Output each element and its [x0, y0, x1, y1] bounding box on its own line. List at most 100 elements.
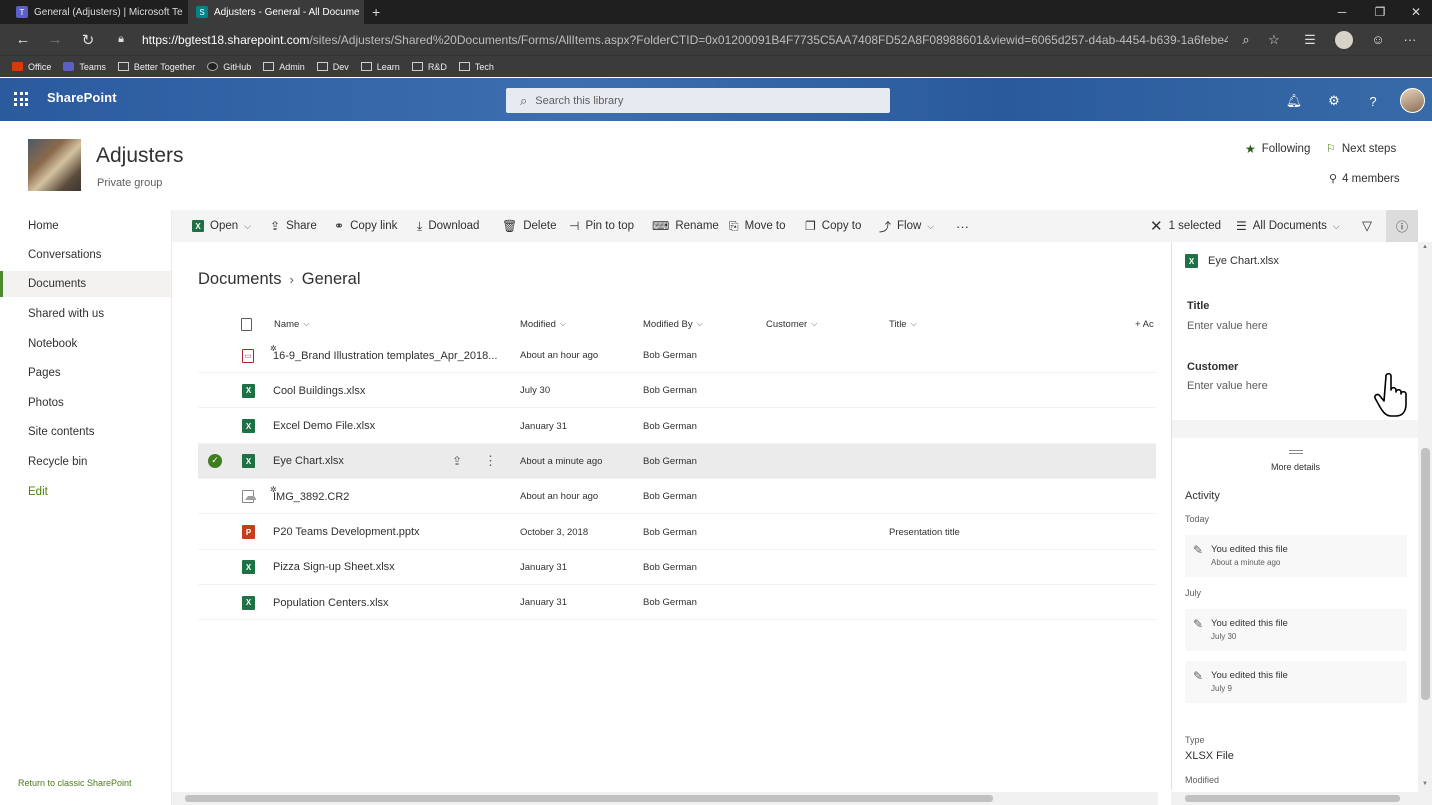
nav-item-documents[interactable]: Documents: [0, 271, 171, 297]
file-modified-by[interactable]: Bob German: [643, 373, 697, 408]
back-icon[interactable]: ←: [8, 24, 38, 55]
clear-selection-button[interactable]: ✕ 1 selected: [1150, 210, 1221, 242]
move-to-button[interactable]: ⎘ Move to: [729, 210, 786, 242]
zoom-icon[interactable]: ⌕: [1232, 24, 1260, 55]
file-modified-by[interactable]: Bob German: [643, 515, 697, 550]
forward-icon[interactable]: →: [40, 24, 70, 55]
file-name-link[interactable]: Eye Chart.xlsx: [273, 444, 508, 479]
search-box[interactable]: ⌕ Search this library: [506, 88, 890, 113]
nav-item-shared-with-us[interactable]: Shared with us: [0, 301, 171, 327]
close-window-icon[interactable]: ✕: [1398, 0, 1432, 24]
add-column-button[interactable]: + Ac: [1135, 316, 1157, 332]
bookmark-learn[interactable]: Learn: [360, 62, 400, 72]
row-more-actions-icon[interactable]: ⋮: [484, 444, 497, 479]
flow-button[interactable]: ⤴ Flow ⌵: [879, 210, 934, 242]
breadcrumb-general[interactable]: General: [302, 270, 361, 289]
scrollbar-thumb[interactable]: [185, 795, 993, 802]
nav-edit-link[interactable]: Edit: [0, 479, 171, 505]
bookmark-better-together[interactable]: Better Together: [117, 62, 195, 72]
file-name-link[interactable]: Excel Demo File.xlsx: [273, 409, 508, 444]
column-header-customer[interactable]: Customer ⌵: [766, 316, 817, 332]
nav-item-pages[interactable]: Pages: [0, 360, 171, 386]
return-to-classic-link[interactable]: Return to classic SharePoint: [18, 778, 132, 788]
pin-to-top-button[interactable]: ⊣ Pin to top: [569, 210, 634, 242]
site-logo[interactable]: [28, 139, 81, 191]
info-pane-toggle-icon[interactable]: ⓘ: [1386, 210, 1418, 242]
new-tab-button[interactable]: +: [364, 0, 386, 24]
file-modified-by[interactable]: Bob German: [643, 338, 697, 373]
bookmark-teams[interactable]: Teams: [63, 62, 106, 72]
favorite-star-icon[interactable]: ☆: [1260, 24, 1288, 55]
file-name-link[interactable]: Population Centers.xlsx: [273, 585, 508, 620]
file-row[interactable]: X Pizza Sign-up Sheet.xlsx January 31 Bob G…: [198, 550, 1156, 585]
file-name-link[interactable]: Cool Buildings.xlsx: [273, 373, 508, 408]
delete-button[interactable]: 🗑︎ Delete: [502, 210, 556, 242]
bookmark-rnd[interactable]: R&D: [411, 62, 447, 72]
checkmark-selected-icon[interactable]: ✓: [208, 453, 222, 468]
file-row[interactable]: ✲ IMG_3892.CR2 About an hour ago Bob German: [198, 479, 1156, 515]
copy-link-button[interactable]: ⚭ Copy link: [334, 210, 397, 242]
more-details-link[interactable]: More details: [1172, 462, 1418, 472]
view-switcher[interactable]: ☰ All Documents ⌵: [1236, 210, 1340, 242]
user-avatar[interactable]: [1400, 88, 1425, 113]
scrollbar-thumb[interactable]: [1421, 448, 1430, 700]
file-modified-by[interactable]: Bob German: [643, 409, 697, 444]
notifications-bell-icon[interactable]: 🔔︎: [1285, 92, 1303, 110]
more-menu-icon[interactable]: ···: [1396, 24, 1424, 55]
nav-item-site-contents[interactable]: Site contents: [0, 419, 171, 445]
more-commands-button[interactable]: ···: [956, 210, 969, 242]
following-button[interactable]: ★ Following: [1245, 142, 1310, 156]
breadcrumb-documents[interactable]: Documents: [198, 270, 281, 289]
site-title[interactable]: Adjusters: [96, 144, 184, 168]
file-row[interactable]: X Cool Buildings.xlsx July 30 Bob German: [198, 373, 1156, 409]
file-name-link[interactable]: IMG_3892.CR2: [273, 479, 508, 514]
scroll-down-icon[interactable]: ▼: [1418, 781, 1432, 791]
title-field-input[interactable]: Enter value here: [1187, 320, 1268, 332]
next-steps-button[interactable]: ⚐ Next steps: [1326, 142, 1396, 156]
copy-to-button[interactable]: ❐ Copy to: [805, 210, 861, 242]
nav-item-notebook[interactable]: Notebook: [0, 331, 171, 357]
bookmark-office[interactable]: Office: [12, 62, 51, 72]
column-header-name[interactable]: Name ⌵: [274, 316, 309, 332]
file-type-column-icon[interactable]: [241, 316, 252, 332]
nav-item-conversations[interactable]: Conversations: [0, 242, 171, 268]
activity-item[interactable]: ✎ You edited this file About a minute ag…: [1185, 535, 1407, 577]
suite-app-name[interactable]: SharePoint: [47, 90, 117, 105]
file-name-link[interactable]: 16-9_Brand Illustration templates_Apr_20…: [273, 338, 508, 373]
profile-avatar[interactable]: [1330, 24, 1358, 55]
favorites-bar-icon[interactable]: ☰: [1296, 24, 1324, 55]
scrollbar-thumb[interactable]: [1185, 795, 1400, 802]
file-row[interactable]: X Population Centers.xlsx January 31 Bob Ge…: [198, 585, 1156, 621]
minimize-icon[interactable]: ─: [1324, 0, 1360, 24]
file-row[interactable]: X Excel Demo File.xlsx January 31 Bob Germa…: [198, 409, 1156, 444]
nav-item-photos[interactable]: Photos: [0, 390, 171, 416]
file-modified-by[interactable]: Bob German: [643, 444, 697, 479]
file-row[interactable]: ▭ ✲ 16-9_Brand Illustration templates_Apr_…: [198, 338, 1156, 373]
refresh-icon[interactable]: ↻: [73, 24, 103, 55]
emoji-feedback-icon[interactable]: ☺: [1364, 24, 1392, 55]
column-header-title[interactable]: Title ⌵: [889, 316, 917, 332]
browser-tab-sharepoint[interactable]: S Adjusters - General - All Docume ✕: [188, 0, 364, 24]
column-header-modified[interactable]: Modified ⌵: [520, 316, 566, 332]
bookmark-admin[interactable]: Admin: [263, 62, 305, 72]
nav-item-recycle-bin[interactable]: Recycle bin: [0, 449, 171, 475]
file-row[interactable]: P P20 Teams Development.pptx October 3, 20…: [198, 515, 1156, 550]
open-button[interactable]: X Open ⌵: [192, 210, 251, 242]
share-button[interactable]: ⇪ Share: [270, 210, 317, 242]
bookmark-dev[interactable]: Dev: [316, 62, 349, 72]
url-field[interactable]: https://bgtest18.sharepoint.com/sites/Ad…: [142, 24, 1228, 55]
maximize-icon[interactable]: ❐: [1362, 0, 1398, 24]
customer-field-input[interactable]: Enter value here: [1187, 380, 1268, 392]
activity-item[interactable]: ✎ You edited this file July 9: [1185, 661, 1407, 703]
row-share-icon[interactable]: ⇪: [452, 444, 462, 479]
browser-tab-teams[interactable]: T General (Adjusters) | Microsoft Te ✕: [8, 0, 188, 24]
file-modified-by[interactable]: Bob German: [643, 585, 697, 620]
app-launcher-icon[interactable]: [14, 92, 28, 106]
file-name-link[interactable]: Pizza Sign-up Sheet.xlsx: [273, 550, 508, 585]
filter-icon[interactable]: ▽: [1362, 210, 1372, 242]
members-button[interactable]: ⚲ 4 members: [1329, 172, 1400, 186]
settings-gear-icon[interactable]: ⚙: [1325, 92, 1343, 110]
file-row[interactable]: ✓ X Eye Chart.xlsx ⇪ ⋮ About a minute ago Bob …: [198, 443, 1156, 479]
scroll-up-icon[interactable]: ▲: [1418, 244, 1432, 254]
activity-item[interactable]: ✎ You edited this file July 30: [1185, 609, 1407, 651]
